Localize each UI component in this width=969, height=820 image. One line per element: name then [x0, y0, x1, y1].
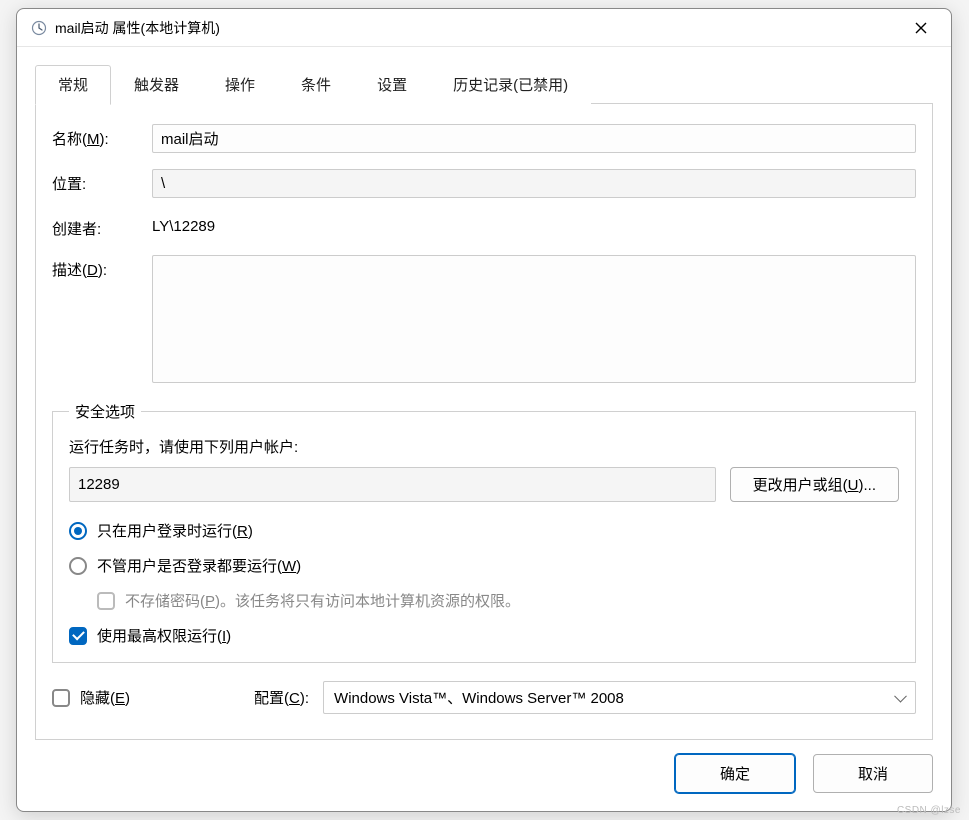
run-as-user-field	[69, 467, 716, 502]
task-properties-dialog: mail启动 属性(本地计算机) 常规 触发器 操作 条件 设置 历史记录(已禁…	[16, 8, 952, 812]
run-only-logged-on-radio[interactable]	[69, 522, 87, 540]
tab-triggers[interactable]: 触发器	[111, 65, 202, 104]
highest-privileges-label: 使用最高权限运行(I)	[97, 625, 231, 646]
tab-history[interactable]: 历史记录(已禁用)	[430, 65, 591, 104]
name-label: 名称(M):	[52, 124, 152, 149]
author-label: 创建者:	[52, 214, 152, 239]
run-only-logged-on-label: 只在用户登录时运行(R)	[97, 520, 253, 541]
tab-conditions[interactable]: 条件	[278, 65, 354, 104]
tab-actions[interactable]: 操作	[202, 65, 278, 104]
hidden-checkbox[interactable]	[52, 689, 70, 707]
tab-general[interactable]: 常规	[35, 65, 111, 105]
ok-button[interactable]: 确定	[675, 754, 795, 793]
close-button[interactable]	[903, 14, 939, 42]
no-store-password-label: 不存储密码(P)。该任务将只有访问本地计算机资源的权限。	[125, 590, 520, 611]
watermark: CSDN @lzse	[897, 805, 961, 816]
configure-for-select[interactable]: Windows Vista™、Windows Server™ 2008	[323, 681, 916, 714]
description-label: 描述(D):	[52, 255, 152, 280]
general-panel: 名称(M): 位置: 创建者: LY\12289 描述(D): 安全选项 运行任…	[35, 104, 933, 740]
no-store-password-checkbox	[97, 592, 115, 610]
tab-bar: 常规 触发器 操作 条件 设置 历史记录(已禁用)	[35, 65, 933, 104]
close-icon	[915, 22, 927, 34]
author-value: LY\12289	[152, 214, 215, 235]
description-input[interactable]	[152, 255, 916, 383]
configure-for-value: Windows Vista™、Windows Server™ 2008	[334, 690, 624, 707]
location-label: 位置:	[52, 169, 152, 194]
clock-icon	[31, 20, 47, 36]
run-regardless-radio[interactable]	[69, 557, 87, 575]
location-field	[152, 169, 916, 198]
window-title: mail启动 属性(本地计算机)	[55, 18, 903, 38]
titlebar: mail启动 属性(本地计算机)	[17, 9, 951, 47]
security-options-group: 安全选项 运行任务时，请使用下列用户帐户: 更改用户或组(U)... 只在用户登…	[52, 401, 916, 663]
run-regardless-label: 不管用户是否登录都要运行(W)	[97, 555, 301, 576]
security-legend: 安全选项	[69, 401, 141, 422]
cancel-button[interactable]: 取消	[813, 754, 933, 793]
dialog-content: 常规 触发器 操作 条件 设置 历史记录(已禁用) 名称(M): 位置: 创建者…	[17, 47, 951, 754]
name-input[interactable]	[152, 124, 916, 153]
dialog-footer: 确定 取消	[17, 754, 951, 811]
tab-settings[interactable]: 设置	[354, 65, 430, 104]
change-user-button[interactable]: 更改用户或组(U)...	[730, 467, 899, 502]
run-as-label: 运行任务时，请使用下列用户帐户:	[69, 436, 899, 457]
hidden-label: 隐藏(E)	[80, 687, 130, 708]
highest-privileges-checkbox[interactable]	[69, 627, 87, 645]
configure-for-label: 配置(C):	[254, 687, 309, 708]
